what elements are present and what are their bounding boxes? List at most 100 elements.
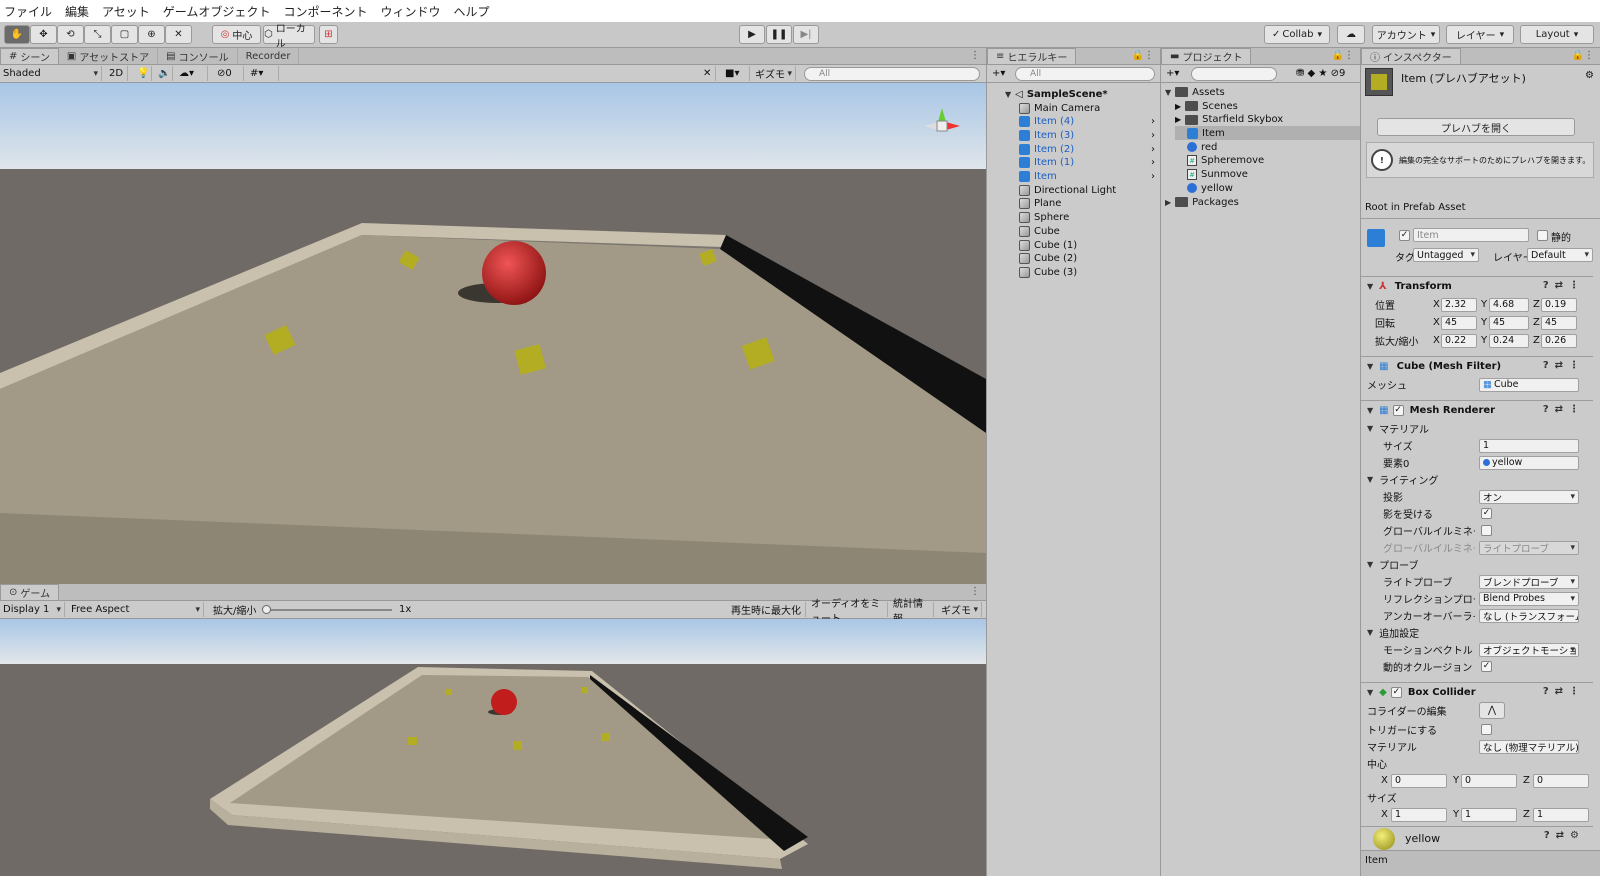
- open-prefab-chevron-icon[interactable]: ›: [1151, 144, 1155, 155]
- packages-folder[interactable]: ▶ Packages: [1165, 195, 1239, 209]
- component-menu-icons[interactable]: ?⇄⋮: [1543, 280, 1585, 291]
- hierarchy-item[interactable]: Cube (1): [1019, 238, 1159, 252]
- hand-tool-button[interactable]: ✋: [4, 25, 30, 44]
- cloud-button[interactable]: ☁: [1337, 25, 1365, 44]
- project-item[interactable]: # Spheremove: [1175, 154, 1361, 168]
- tab-inspector[interactable]: ⓘ インスペクター: [1361, 48, 1461, 64]
- size-y-input[interactable]: 1: [1461, 807, 1517, 822]
- tab-project[interactable]: ▬ プロジェクト: [1161, 48, 1252, 64]
- scale-x-input[interactable]: 0.22: [1441, 333, 1477, 348]
- fold-icon[interactable]: ▼: [1367, 560, 1373, 569]
- position-x-input[interactable]: 2.32: [1441, 297, 1477, 312]
- active-checkbox[interactable]: ✓: [1399, 230, 1410, 241]
- stats-toggle[interactable]: 統計情報: [890, 599, 934, 625]
- camera-dropdown[interactable]: ■▾: [722, 66, 750, 81]
- center-z-input[interactable]: 0: [1533, 773, 1589, 788]
- project-item[interactable]: red: [1175, 140, 1361, 154]
- hierarchy-item[interactable]: Cube: [1019, 224, 1159, 238]
- cast-shadows-field[interactable]: オン: [1479, 489, 1579, 504]
- scene-root[interactable]: ▼ ◁ SampleScene*: [1005, 87, 1159, 101]
- rotate-tool-button[interactable]: ⟲: [57, 25, 84, 44]
- pause-button[interactable]: ❚❚: [766, 25, 792, 44]
- center-y-input[interactable]: 0: [1461, 773, 1517, 788]
- scene-menu-icon[interactable]: ⋮: [970, 50, 980, 61]
- effects-dropdown[interactable]: ☁▾: [176, 66, 208, 81]
- gizmos-dropdown[interactable]: ギズモ: [752, 66, 796, 81]
- audio-toggle[interactable]: 🔈: [155, 66, 173, 81]
- move-tool-button[interactable]: ✥: [30, 25, 57, 44]
- box-collider-header[interactable]: ▼ ◆ ✓ Box Collider ?⇄⋮: [1361, 682, 1593, 701]
- open-prefab-chevron-icon[interactable]: ›: [1151, 171, 1155, 182]
- custom-tool-button[interactable]: ✕: [165, 25, 192, 44]
- maximize-on-play-toggle[interactable]: 再生時に最大化: [728, 602, 806, 617]
- hierarchy-item[interactable]: Item (4) ›: [1019, 115, 1159, 129]
- aspect-dropdown[interactable]: Free Aspect: [68, 602, 204, 617]
- menu-window[interactable]: ウィンドウ: [380, 3, 440, 20]
- scale-y-input[interactable]: 0.24: [1489, 333, 1529, 348]
- play-button[interactable]: ▶: [739, 25, 765, 44]
- size-x-input[interactable]: 1: [1391, 807, 1447, 822]
- hierarchy-item[interactable]: Cube (2): [1019, 252, 1159, 266]
- lighting-toggle[interactable]: 💡: [134, 66, 152, 81]
- mesh-renderer-header[interactable]: ▼ ▦ ✓ Mesh Renderer ?⇄⋮: [1361, 400, 1593, 419]
- project-search-input[interactable]: [1191, 67, 1277, 81]
- 2d-toggle[interactable]: 2D: [106, 66, 128, 81]
- collapse-icon[interactable]: ▶: [1175, 102, 1181, 111]
- position-y-input[interactable]: 4.68: [1489, 297, 1529, 312]
- trigger-checkbox[interactable]: [1481, 724, 1492, 735]
- scene-search-input[interactable]: All: [804, 67, 980, 81]
- layout-dropdown[interactable]: Layout: [1520, 25, 1594, 44]
- hierarchy-lock-icon[interactable]: 🔒⋮: [1132, 50, 1154, 61]
- open-prefab-button[interactable]: プレハブを開く: [1377, 118, 1575, 136]
- hidden-toggle[interactable]: ⊘ 0: [214, 66, 244, 81]
- display-dropdown[interactable]: Display 1: [0, 602, 65, 617]
- light-probes-field[interactable]: ブレンドプローブ: [1479, 574, 1579, 589]
- component-menu-icons[interactable]: ?⇄⋮: [1543, 686, 1585, 697]
- menu-gameobject[interactable]: ゲームオブジェクト: [163, 3, 271, 20]
- menu-file[interactable]: ファイル: [4, 3, 52, 20]
- object-name-input[interactable]: Item: [1413, 228, 1529, 242]
- scale-z-input[interactable]: 0.26: [1541, 333, 1577, 348]
- project-item[interactable]: Item: [1175, 126, 1361, 141]
- fold-icon[interactable]: ▼: [1367, 628, 1373, 637]
- size-z-input[interactable]: 1: [1533, 807, 1589, 822]
- hierarchy-item[interactable]: Directional Light: [1019, 183, 1159, 197]
- mesh-field[interactable]: ▦ Cube: [1479, 377, 1579, 392]
- project-item[interactable]: ▶ Starfield Skybox: [1175, 113, 1361, 127]
- component-menu-icons[interactable]: ?⇄⋮: [1543, 404, 1585, 415]
- tab-recorder[interactable]: Recorder: [238, 48, 300, 64]
- collapse-icon[interactable]: ▶: [1175, 115, 1181, 124]
- open-prefab-chevron-icon[interactable]: ›: [1151, 116, 1155, 127]
- hierarchy-search-input[interactable]: All: [1015, 67, 1155, 81]
- position-z-input[interactable]: 0.19: [1541, 297, 1577, 312]
- rotation-y-input[interactable]: 45: [1489, 315, 1529, 330]
- menu-component[interactable]: コンポーネント: [283, 3, 367, 20]
- tools-button[interactable]: ✕: [700, 66, 716, 81]
- inspector-lock-icon[interactable]: 🔒⋮: [1572, 50, 1594, 61]
- mute-audio-toggle[interactable]: オーディオをミュート: [808, 599, 888, 625]
- menu-help[interactable]: ヘルプ: [453, 3, 489, 20]
- game-gizmos-dropdown[interactable]: ギズモ: [938, 602, 982, 617]
- tag-dropdown[interactable]: Untagged: [1413, 248, 1479, 262]
- project-add-button[interactable]: +▾: [1163, 66, 1187, 81]
- project-filters[interactable]: ⛃ ◆ ★ ⊘ 9: [1293, 66, 1353, 81]
- scale-slider-track[interactable]: [266, 609, 392, 611]
- scale-slider-handle[interactable]: [262, 605, 271, 614]
- hierarchy-item[interactable]: Item (3) ›: [1019, 128, 1159, 142]
- project-item[interactable]: yellow: [1175, 181, 1361, 195]
- rect-tool-button[interactable]: ▢: [111, 25, 138, 44]
- rotation-z-input[interactable]: 45: [1541, 315, 1577, 330]
- tab-hierarchy[interactable]: ≡ ヒエラルキー: [987, 48, 1077, 64]
- grid-dropdown[interactable]: #▾: [247, 66, 279, 81]
- hierarchy-item[interactable]: Item (1) ›: [1019, 156, 1159, 170]
- tab-asset-store[interactable]: ▣ アセットストア: [59, 48, 159, 64]
- mesh-renderer-enabled-checkbox[interactable]: ✓: [1392, 404, 1404, 416]
- fold-icon[interactable]: ▼: [1367, 475, 1373, 484]
- hierarchy-item[interactable]: Item (2) ›: [1019, 142, 1159, 156]
- open-prefab-chevron-icon[interactable]: ›: [1151, 157, 1155, 168]
- edit-collider-button[interactable]: ⋀: [1479, 702, 1505, 719]
- material-header[interactable]: yellow ?⇄⚙: [1361, 826, 1593, 850]
- snap-button[interactable]: ⊞: [319, 25, 338, 44]
- hierarchy-item[interactable]: Item ›: [1019, 170, 1159, 184]
- hierarchy-item[interactable]: Cube (3): [1019, 265, 1159, 279]
